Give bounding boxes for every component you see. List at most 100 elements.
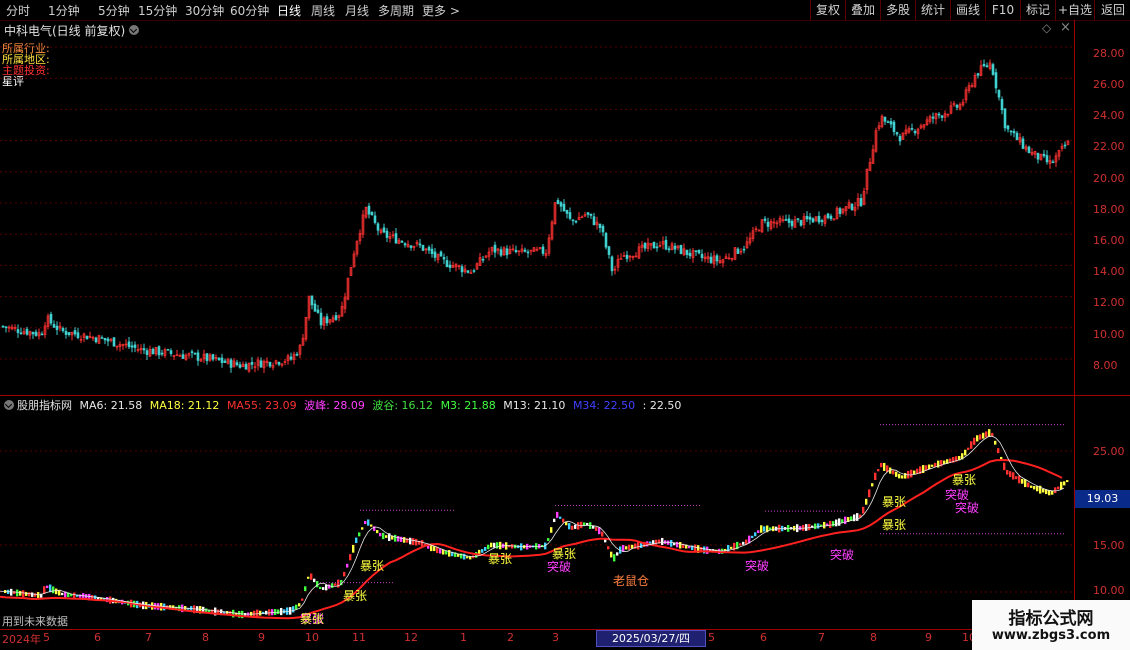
watermark-url: www.zbgs3.com xyxy=(991,628,1111,643)
candle-body xyxy=(976,73,980,76)
candle-body xyxy=(940,115,944,118)
candle-body xyxy=(859,198,863,207)
overlay-button[interactable]: 叠加 xyxy=(845,0,880,20)
signal-bar xyxy=(58,590,61,596)
candle-body xyxy=(19,332,23,335)
tab-1min[interactable]: 1分钟 xyxy=(48,2,80,19)
price-tick: 24.00 xyxy=(1093,109,1125,122)
candle-body xyxy=(625,254,629,260)
candle-body xyxy=(955,104,959,108)
tab-monthly[interactable]: 月线 xyxy=(345,2,369,19)
signal-bar xyxy=(892,470,895,475)
draw-line-button[interactable]: 画线 xyxy=(950,0,985,20)
x-tick: 7 xyxy=(145,631,152,644)
tab-more[interactable]: 更多 > xyxy=(422,2,460,19)
candle-body xyxy=(667,248,671,251)
candle-body xyxy=(25,328,29,335)
signal-bar xyxy=(751,535,754,539)
signal-bar xyxy=(595,527,598,531)
tab-30min[interactable]: 30分钟 xyxy=(185,2,224,19)
f10-button[interactable]: F10 xyxy=(985,0,1020,20)
candle-body xyxy=(427,246,431,251)
tab-daily[interactable]: 日线 xyxy=(277,2,301,19)
signal-label: 突破 xyxy=(955,500,979,515)
candle-body xyxy=(40,333,44,336)
tab-60min[interactable]: 60分钟 xyxy=(230,2,269,19)
candle-body xyxy=(694,250,698,252)
signal-bar xyxy=(583,522,586,526)
stats-button[interactable]: 统计 xyxy=(915,0,950,20)
candle-body xyxy=(73,330,77,335)
candle-body xyxy=(442,256,446,260)
signal-label: 暴张 xyxy=(300,612,324,626)
signal-bar xyxy=(703,546,706,554)
x-tick: 12 xyxy=(404,631,418,644)
x-tick: 8 xyxy=(870,631,877,644)
fuquan-button[interactable]: 复权 xyxy=(810,0,845,20)
tab-fenshi[interactable]: 分时 xyxy=(6,2,30,19)
signal-bar xyxy=(346,563,349,568)
indicator-tick: 25.00 xyxy=(1093,445,1125,458)
candle-body xyxy=(643,243,647,249)
candle-body xyxy=(310,295,314,306)
signal-bar xyxy=(556,511,559,518)
tab-5min[interactable]: 5分钟 xyxy=(98,2,130,19)
signal-bar xyxy=(415,538,418,546)
candle-body xyxy=(652,241,656,249)
signal-bar xyxy=(670,539,673,547)
signal-bar xyxy=(322,587,325,590)
multi-stock-button[interactable]: 多股 xyxy=(880,0,915,20)
candle-body xyxy=(526,251,530,254)
signal-bar xyxy=(304,586,307,592)
watermark: 指标公式网 www.zbgs3.com xyxy=(972,600,1130,650)
pane-divider[interactable] xyxy=(0,395,1130,396)
mark-button[interactable]: 标记 xyxy=(1020,0,1055,20)
candle-body xyxy=(562,203,566,212)
candle-body xyxy=(598,223,602,228)
indicator-name[interactable]: 股朋指标网 xyxy=(17,399,72,412)
signal-bar xyxy=(55,588,58,595)
candle-body xyxy=(235,362,239,366)
period-toolbar: 分时 1分钟 5分钟 15分钟 30分钟 60分钟 日线 周线 月线 多周期 更… xyxy=(0,0,1130,21)
tab-15min[interactable]: 15分钟 xyxy=(138,2,177,19)
signal-bar xyxy=(994,440,997,445)
candle-body xyxy=(64,330,68,335)
signal-label: 老鼠仓 xyxy=(613,574,649,588)
signal-bar xyxy=(358,532,361,537)
candle-body xyxy=(1027,146,1031,154)
candle-body xyxy=(157,346,161,356)
signal-bar xyxy=(913,470,916,475)
candle-body xyxy=(991,64,995,75)
candle-body xyxy=(601,225,605,233)
tab-multi-period[interactable]: 多周期 xyxy=(378,2,414,19)
candle-body xyxy=(799,220,803,226)
candle-body xyxy=(1003,108,1007,129)
indicator-value: M13: 21.10 xyxy=(503,399,566,412)
signal-label: 暴张 xyxy=(488,552,512,566)
signal-bar xyxy=(610,551,613,558)
signal-bar xyxy=(1042,488,1045,493)
chevron-down-icon[interactable] xyxy=(4,400,14,410)
candle-body xyxy=(559,202,563,207)
candle-body xyxy=(604,232,608,248)
back-button[interactable]: 返回 xyxy=(1094,0,1130,20)
indicator-chart[interactable]: 突破暴张暴张暴张 暴张突破暴张老鼠仓突破突破暴张暴张暴张突破突破 xyxy=(0,414,1074,628)
signal-bar xyxy=(25,592,28,596)
candlestick-chart[interactable] xyxy=(0,20,1074,396)
price-tick: 22.00 xyxy=(1093,140,1125,153)
candle-body xyxy=(430,248,434,254)
signal-bar xyxy=(928,464,931,470)
signal-bar xyxy=(976,435,979,442)
candle-body xyxy=(370,212,374,216)
tab-weekly[interactable]: 周线 xyxy=(311,2,335,19)
candle-body xyxy=(1042,153,1046,157)
add-watchlist-button[interactable]: +自选 xyxy=(1055,0,1094,20)
signal-bar xyxy=(1012,472,1015,480)
candle-body xyxy=(523,249,527,252)
candle-body xyxy=(700,253,704,258)
signal-bar xyxy=(628,544,631,550)
future-data-note: 用到未来数据 xyxy=(2,615,68,628)
candle-body xyxy=(196,352,200,361)
candle-body xyxy=(277,361,281,365)
candle-body xyxy=(376,223,380,231)
